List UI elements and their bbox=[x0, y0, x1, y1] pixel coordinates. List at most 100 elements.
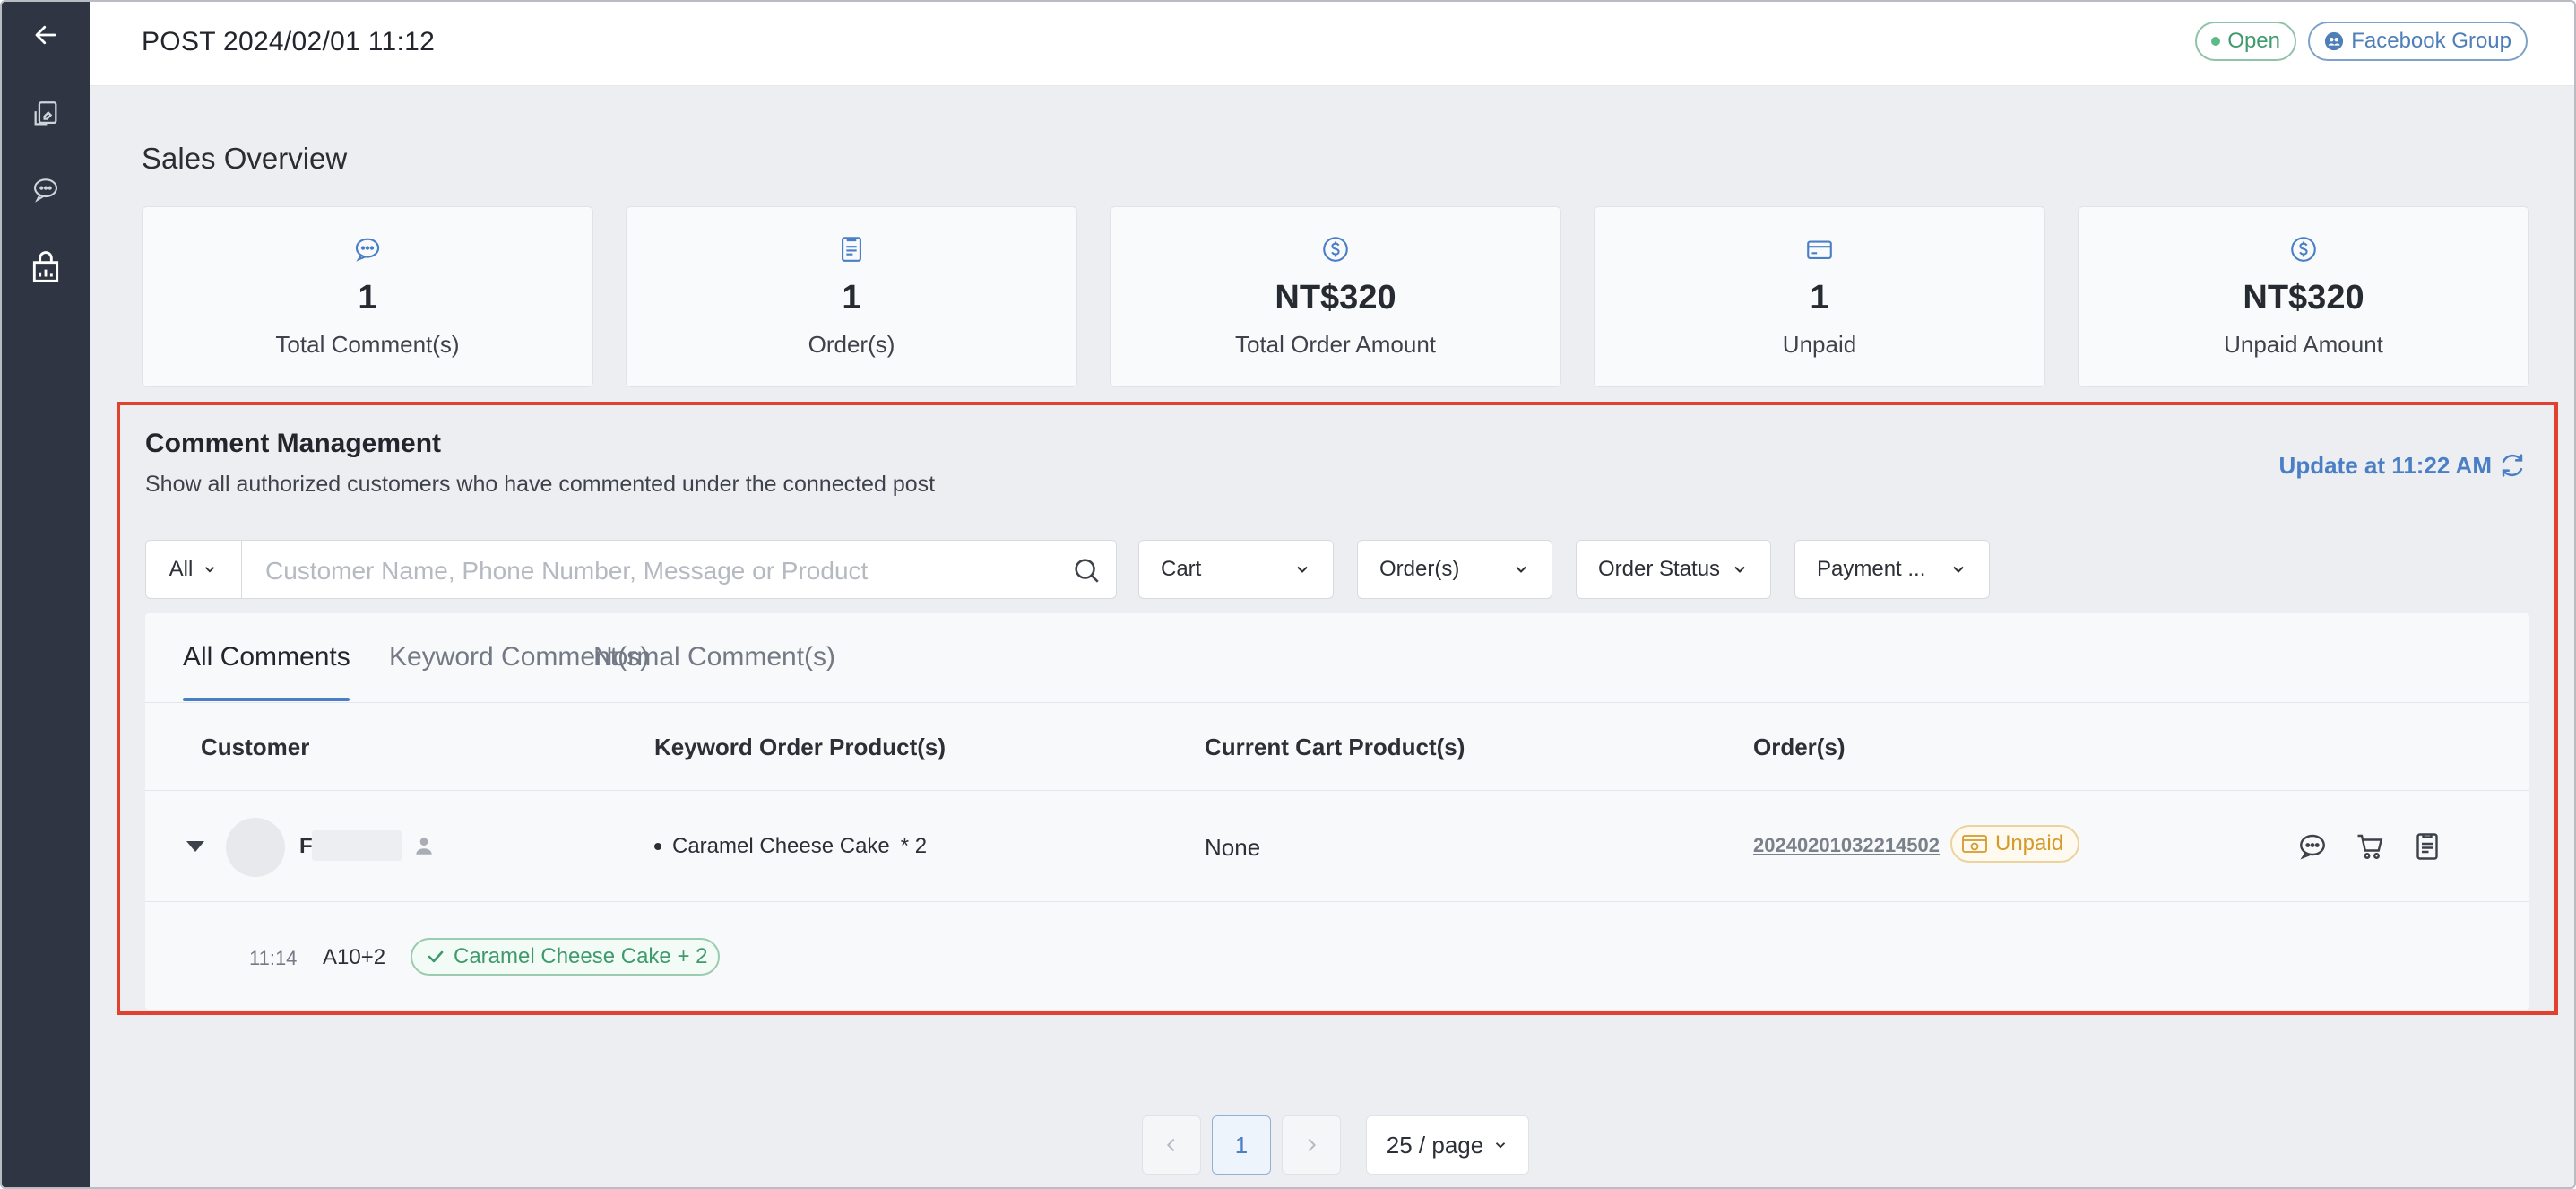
user-icon bbox=[416, 838, 432, 855]
message-icon[interactable] bbox=[2296, 830, 2329, 863]
stat-label: Unpaid Amount bbox=[2224, 331, 2383, 358]
table-header: Customer Keyword Order Product(s) Curren… bbox=[145, 703, 2529, 791]
chevron-down-icon bbox=[1516, 566, 1526, 573]
next-page-button[interactable] bbox=[1282, 1115, 1341, 1175]
keyword-product-qty: * 2 bbox=[900, 834, 928, 858]
chevron-down-icon bbox=[1496, 1142, 1506, 1149]
cart-products-value: None bbox=[1205, 834, 1261, 861]
stat-card-unpaid-amount: NT$320 Unpaid Amount bbox=[2078, 206, 2529, 387]
app-window: POST 2024/02/01 11:12 Open Facebook Grou… bbox=[0, 0, 2576, 1189]
column-header-cart-products: Current Cart Product(s) bbox=[1205, 733, 1465, 760]
comment-message: A10+2 bbox=[323, 945, 386, 969]
comment-detail-row: 11:14 A10+2 Caramel Cheese Cake + 2 bbox=[145, 902, 2529, 1010]
search-icon[interactable] bbox=[1071, 555, 1102, 586]
unpaid-wallet-icon bbox=[1962, 835, 1987, 853]
avatar bbox=[226, 818, 285, 877]
comments-panel: All Comments Keyword Comment(s) Normal C… bbox=[145, 613, 2529, 1010]
column-header-orders: Order(s) bbox=[1753, 733, 1846, 760]
stat-value: 1 bbox=[358, 279, 377, 317]
customer-name[interactable]: F bbox=[299, 834, 313, 859]
stat-label: Total Comment(s) bbox=[275, 331, 460, 358]
order-number-link[interactable]: 20240201032214502 bbox=[1753, 834, 1940, 857]
order-icon[interactable] bbox=[2411, 830, 2443, 863]
column-header-keyword-products: Keyword Order Product(s) bbox=[654, 733, 947, 760]
update-refresh-button[interactable]: Update at 11:22 AM bbox=[2279, 450, 2528, 481]
payment-filter-select[interactable]: Payment ... bbox=[1794, 540, 1990, 599]
comment-management-subtitle: Show all authorized customers who have c… bbox=[145, 472, 936, 497]
chevron-right-icon bbox=[1308, 1138, 1317, 1152]
group-icon bbox=[2325, 31, 2344, 51]
order-status-badge: Unpaid bbox=[1950, 825, 2080, 863]
stat-value: 1 bbox=[842, 279, 861, 317]
refresh-icon bbox=[2502, 454, 2523, 477]
customer-name-redaction bbox=[312, 830, 402, 861]
orders-filter-select[interactable]: Order(s) bbox=[1357, 540, 1552, 599]
main-content: Sales Overview 1 Total Comment(s) 1 Orde… bbox=[90, 86, 2574, 1187]
chevron-down-icon bbox=[1297, 566, 1308, 573]
keyword-product-item: Caramel Cheese Cake * 2 bbox=[654, 834, 927, 859]
source-label: Facebook Group bbox=[2351, 29, 2511, 53]
stat-label: Unpaid bbox=[1782, 331, 1857, 358]
status-dot-icon bbox=[2211, 37, 2221, 46]
sales-overview-title: Sales Overview bbox=[142, 142, 348, 175]
page-size-select[interactable]: 25 / page bbox=[1366, 1115, 1529, 1175]
shop-stats-icon[interactable] bbox=[25, 247, 66, 289]
post-header: POST 2024/02/01 11:12 Open Facebook Grou… bbox=[90, 2, 2574, 86]
side-rail bbox=[2, 2, 90, 1187]
comment-management-title: Comment Management bbox=[145, 429, 442, 458]
stat-card-total-comments: 1 Total Comment(s) bbox=[142, 206, 593, 387]
search-scope-select[interactable]: All bbox=[145, 540, 242, 599]
search-bar: All Customer Name, Phone Number, Message… bbox=[145, 540, 1117, 599]
chevron-down-icon bbox=[1734, 566, 1745, 573]
stat-value: 1 bbox=[1810, 279, 1829, 317]
stat-label: Order(s) bbox=[808, 331, 895, 358]
back-arrow-icon[interactable] bbox=[25, 14, 66, 56]
stat-card-orders: 1 Order(s) bbox=[626, 206, 1077, 387]
page-button-current[interactable]: 1 bbox=[1212, 1115, 1271, 1175]
search-scope-value: All bbox=[169, 557, 194, 581]
matched-product-label: Caramel Cheese Cake + 2 bbox=[454, 944, 708, 968]
comment-icon bbox=[355, 238, 380, 262]
column-header-customer: Customer bbox=[201, 733, 310, 760]
comment-management-section: Comment Management Show all authorized c… bbox=[117, 402, 2558, 1015]
filter-label: Order Status bbox=[1598, 557, 1721, 581]
post-title: POST 2024/02/01 11:12 bbox=[142, 27, 436, 56]
prev-page-button[interactable] bbox=[1142, 1115, 1201, 1175]
dollar-icon bbox=[1323, 237, 1348, 262]
bullet-icon bbox=[654, 843, 661, 850]
stat-label: Total Order Amount bbox=[1235, 331, 1436, 358]
page-size-value: 25 / page bbox=[1386, 1131, 1484, 1159]
active-tab-indicator bbox=[183, 698, 350, 701]
chevron-down-icon bbox=[1953, 566, 1964, 573]
source-badge[interactable]: Facebook Group bbox=[2308, 22, 2528, 61]
order-icon bbox=[842, 237, 861, 262]
keyword-product-name: Caramel Cheese Cake bbox=[672, 834, 890, 858]
search-placeholder: Customer Name, Phone Number, Message or … bbox=[265, 557, 869, 585]
stat-card-unpaid: 1 Unpaid bbox=[1594, 206, 2045, 387]
chevron-down-icon bbox=[205, 567, 215, 573]
collapse-caret-icon[interactable] bbox=[186, 841, 204, 852]
filter-label: Cart bbox=[1161, 557, 1202, 581]
stat-value: NT$320 bbox=[2243, 279, 2364, 317]
stat-value: NT$320 bbox=[1275, 279, 1396, 317]
card-icon bbox=[1807, 240, 1832, 259]
comment-time: 11:14 bbox=[249, 947, 298, 969]
search-input[interactable]: Customer Name, Phone Number, Message or … bbox=[242, 540, 1117, 599]
comment-tabs: All Comments Keyword Comment(s) Normal C… bbox=[145, 613, 2529, 703]
cart-filter-select[interactable]: Cart bbox=[1138, 540, 1334, 599]
chat-icon[interactable] bbox=[25, 169, 66, 210]
order-status-filter-select[interactable]: Order Status bbox=[1576, 540, 1771, 599]
tab-all-comments[interactable]: All Comments bbox=[183, 642, 350, 673]
tab-normal-comments[interactable]: Normal Comment(s) bbox=[593, 642, 835, 673]
status-label: Open bbox=[2227, 29, 2280, 53]
chevron-left-icon bbox=[1166, 1138, 1175, 1152]
post-edit-icon[interactable] bbox=[25, 93, 66, 135]
table-row: F Caramel Cheese Cake * 2 None 202402010… bbox=[145, 791, 2529, 902]
order-status-label: Unpaid bbox=[1995, 831, 2064, 855]
check-icon bbox=[428, 950, 444, 963]
filter-label: Order(s) bbox=[1379, 557, 1460, 581]
stat-card-total-order-amount: NT$320 Total Order Amount bbox=[1110, 206, 1561, 387]
cart-icon[interactable] bbox=[2354, 830, 2386, 863]
update-label: Update at 11:22 AM bbox=[2278, 451, 2492, 479]
matched-product-badge: Caramel Cheese Cake + 2 bbox=[411, 938, 721, 976]
